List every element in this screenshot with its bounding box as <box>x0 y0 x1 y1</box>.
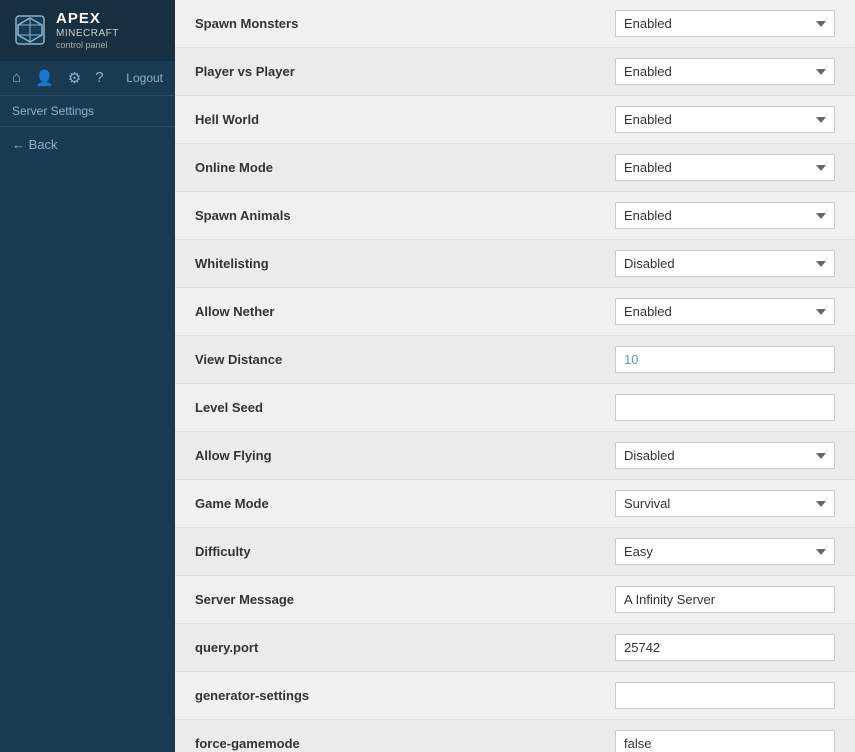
setting-label: Difficulty <box>195 544 615 559</box>
logo-control-panel: control panel <box>56 40 119 51</box>
table-row: force-gamemode <box>175 720 855 752</box>
setting-select[interactable]: EnabledDisabled <box>615 202 835 229</box>
setting-select[interactable]: EnabledDisabled <box>615 58 835 85</box>
setting-label: Server Message <box>195 592 615 607</box>
setting-control <box>615 586 835 613</box>
home-icon[interactable]: ⌂ <box>12 69 21 86</box>
table-row: Allow NetherEnabledDisabled <box>175 288 855 336</box>
setting-label: Spawn Animals <box>195 208 615 223</box>
setting-input[interactable] <box>615 586 835 613</box>
setting-label: Hell World <box>195 112 615 127</box>
setting-select[interactable]: EnabledDisabled <box>615 298 835 325</box>
setting-select[interactable]: SurvivalCreativeAdventureSpectator <box>615 490 835 517</box>
table-row: Level Seed <box>175 384 855 432</box>
logo-minecraft: MINECRAFT <box>56 28 119 40</box>
table-row: Server Message <box>175 576 855 624</box>
logout-button[interactable]: Logout <box>126 71 163 85</box>
setting-control <box>615 346 835 373</box>
setting-label: Allow Flying <box>195 448 615 463</box>
setting-label: Whitelisting <box>195 256 615 271</box>
help-icon[interactable]: ? <box>95 69 103 86</box>
setting-control <box>615 394 835 421</box>
setting-control: PeacefulEasyNormalHard <box>615 538 835 565</box>
main-content: Spawn MonstersEnabledDisabledPlayer vs P… <box>175 0 855 752</box>
table-row: Spawn MonstersEnabledDisabled <box>175 0 855 48</box>
table-row: Player vs PlayerEnabledDisabled <box>175 48 855 96</box>
setting-input[interactable] <box>615 682 835 709</box>
setting-select[interactable]: EnabledDisabled <box>615 442 835 469</box>
setting-control: EnabledDisabled <box>615 202 835 229</box>
setting-control <box>615 634 835 661</box>
sidebar: APEX MINECRAFT control panel ⌂ 👤 ⚙ ? Log… <box>0 0 175 752</box>
back-button[interactable]: ← Back <box>0 127 175 162</box>
setting-input[interactable] <box>615 730 835 752</box>
setting-label: Online Mode <box>195 160 615 175</box>
setting-control: EnabledDisabled <box>615 298 835 325</box>
table-row: Allow FlyingEnabledDisabled <box>175 432 855 480</box>
setting-select[interactable]: PeacefulEasyNormalHard <box>615 538 835 565</box>
table-row: Spawn AnimalsEnabledDisabled <box>175 192 855 240</box>
setting-label: Allow Nether <box>195 304 615 319</box>
setting-label: Player vs Player <box>195 64 615 79</box>
setting-select[interactable]: EnabledDisabled <box>615 106 835 133</box>
setting-select[interactable]: EnabledDisabled <box>615 10 835 37</box>
table-row: Game ModeSurvivalCreativeAdventureSpecta… <box>175 480 855 528</box>
table-row: DifficultyPeacefulEasyNormalHard <box>175 528 855 576</box>
settings-icon[interactable]: ⚙ <box>68 69 81 87</box>
setting-label: force-gamemode <box>195 736 615 751</box>
table-row: View Distance <box>175 336 855 384</box>
setting-input[interactable] <box>615 634 835 661</box>
server-settings-label: Server Settings <box>0 96 175 127</box>
table-row: query.port <box>175 624 855 672</box>
setting-control <box>615 682 835 709</box>
setting-control <box>615 730 835 752</box>
setting-label: View Distance <box>195 352 615 367</box>
setting-label: generator-settings <box>195 688 615 703</box>
setting-label: Game Mode <box>195 496 615 511</box>
logo-apex: APEX <box>56 10 119 28</box>
nav-icons: ⌂ 👤 ⚙ ? Logout <box>0 61 175 96</box>
setting-label: Spawn Monsters <box>195 16 615 31</box>
setting-select[interactable]: EnabledDisabled <box>615 250 835 277</box>
setting-select[interactable]: EnabledDisabled <box>615 154 835 181</box>
logo-area: APEX MINECRAFT control panel <box>0 0 175 61</box>
setting-control: EnabledDisabled <box>615 442 835 469</box>
setting-input[interactable] <box>615 346 835 373</box>
logo-text: APEX MINECRAFT control panel <box>56 10 119 51</box>
setting-control: EnabledDisabled <box>615 58 835 85</box>
setting-control: EnabledDisabled <box>615 154 835 181</box>
setting-control: EnabledDisabled <box>615 10 835 37</box>
table-row: WhitelistingEnabledDisabled <box>175 240 855 288</box>
logo-icon <box>12 12 48 48</box>
setting-label: query.port <box>195 640 615 655</box>
setting-control: SurvivalCreativeAdventureSpectator <box>615 490 835 517</box>
table-row: generator-settings <box>175 672 855 720</box>
setting-label: Level Seed <box>195 400 615 415</box>
setting-control: EnabledDisabled <box>615 250 835 277</box>
table-row: Hell WorldEnabledDisabled <box>175 96 855 144</box>
setting-control: EnabledDisabled <box>615 106 835 133</box>
table-row: Online ModeEnabledDisabled <box>175 144 855 192</box>
user-icon[interactable]: 👤 <box>35 69 54 87</box>
setting-input[interactable] <box>615 394 835 421</box>
